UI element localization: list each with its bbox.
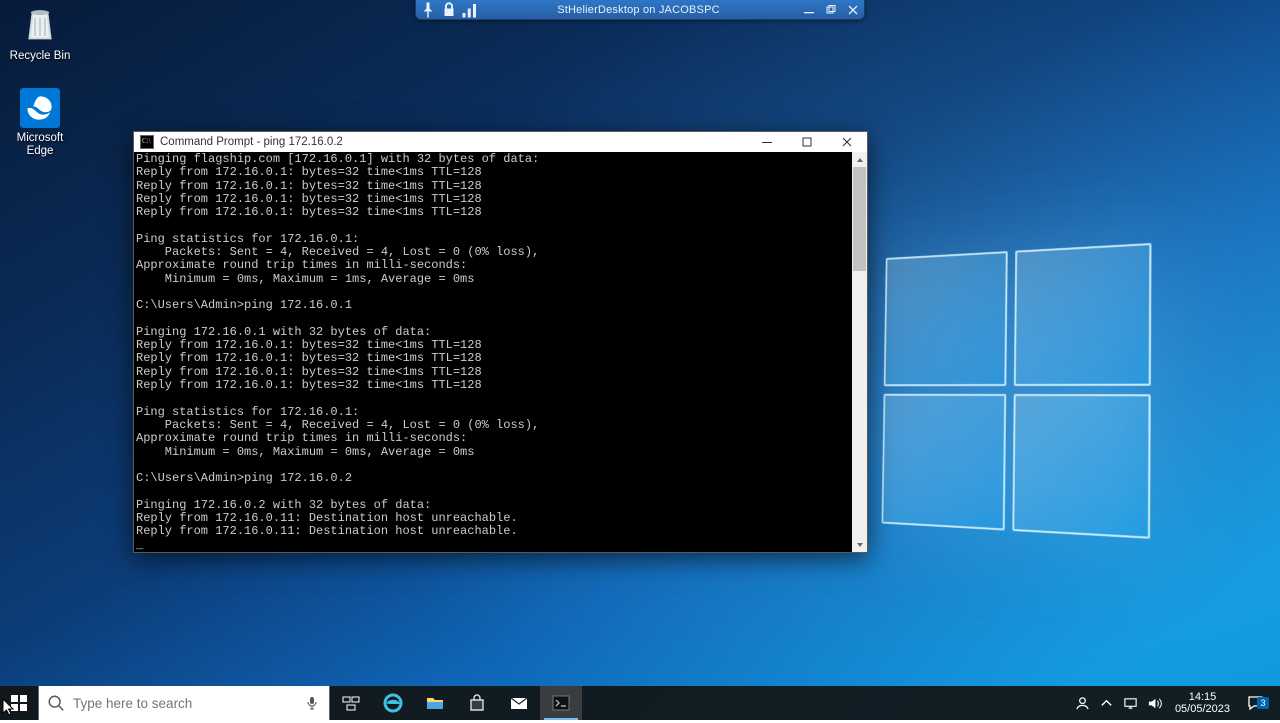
remote-session-title: StHelierDesktop on JACOBSPC <box>479 4 798 16</box>
cmd-maximize-button[interactable] <box>787 132 827 152</box>
desktop-icon-edge[interactable]: Microsoft Edge <box>2 86 78 158</box>
notification-badge: 3 <box>1257 697 1269 709</box>
remote-close-button[interactable] <box>842 1 864 19</box>
desktop-icon-label: Recycle Bin <box>2 50 78 63</box>
cmd-minimize-button[interactable] <box>747 132 787 152</box>
tray-volume-icon[interactable] <box>1143 686 1167 720</box>
search-icon <box>39 694 73 712</box>
remote-session-titlebar[interactable]: StHelierDesktop on JACOBSPC <box>415 0 865 20</box>
windows-hero-logo <box>882 243 1152 539</box>
command-prompt-output[interactable]: Pinging flagship.com [172.16.0.1] with 3… <box>134 152 852 552</box>
microphone-icon[interactable] <box>295 696 329 710</box>
cmd-close-button[interactable] <box>827 132 867 152</box>
tray-time: 14:15 <box>1175 691 1230 703</box>
system-tray: 14:15 05/05/2023 3 <box>1071 686 1280 720</box>
taskbar-app-edge[interactable] <box>372 686 414 720</box>
lock-icon[interactable] <box>440 1 458 19</box>
tray-action-center[interactable]: 3 <box>1238 695 1272 712</box>
search-input[interactable] <box>73 696 295 711</box>
taskbar: 14:15 05/05/2023 3 <box>0 686 1280 720</box>
remote-restore-button[interactable] <box>820 1 842 19</box>
scroll-up-button[interactable] <box>852 152 867 167</box>
tray-chevron-up-icon[interactable] <box>1095 686 1119 720</box>
tray-network-icon[interactable] <box>1119 686 1143 720</box>
remote-minimize-button[interactable] <box>798 1 820 19</box>
tray-clock[interactable]: 14:15 05/05/2023 <box>1167 691 1238 715</box>
command-prompt-window[interactable]: Command Prompt - ping 172.16.0.2 Pinging… <box>133 131 868 553</box>
pin-icon[interactable] <box>419 1 437 19</box>
taskbar-app-mail[interactable] <box>498 686 540 720</box>
windows-logo-icon <box>11 695 27 711</box>
edge-icon <box>18 86 62 130</box>
taskbar-app-file-explorer[interactable] <box>414 686 456 720</box>
desktop-icon-recycle-bin[interactable]: Recycle Bin <box>2 4 78 63</box>
desktop-icon-label: Microsoft Edge <box>2 132 78 158</box>
recycle-bin-icon <box>18 4 62 48</box>
taskbar-app-store[interactable] <box>456 686 498 720</box>
scroll-thumb[interactable] <box>853 167 866 271</box>
signal-icon[interactable] <box>461 1 479 19</box>
taskbar-search[interactable] <box>38 686 330 720</box>
command-prompt-titlebar[interactable]: Command Prompt - ping 172.16.0.2 <box>134 132 867 152</box>
desktop-background[interactable]: Recycle Bin Microsoft Edge StHelierDeskt… <box>0 0 1280 720</box>
scroll-track[interactable] <box>852 167 867 537</box>
command-prompt-icon <box>140 135 154 149</box>
taskbar-app-command-prompt[interactable] <box>540 686 582 720</box>
tray-people-icon[interactable] <box>1071 686 1095 720</box>
scroll-down-button[interactable] <box>852 537 867 552</box>
start-button[interactable] <box>0 686 38 720</box>
task-view-button[interactable] <box>330 686 372 720</box>
command-prompt-title: Command Prompt - ping 172.16.0.2 <box>160 136 747 148</box>
cmd-scrollbar[interactable] <box>852 152 867 552</box>
tray-date: 05/05/2023 <box>1175 703 1230 715</box>
